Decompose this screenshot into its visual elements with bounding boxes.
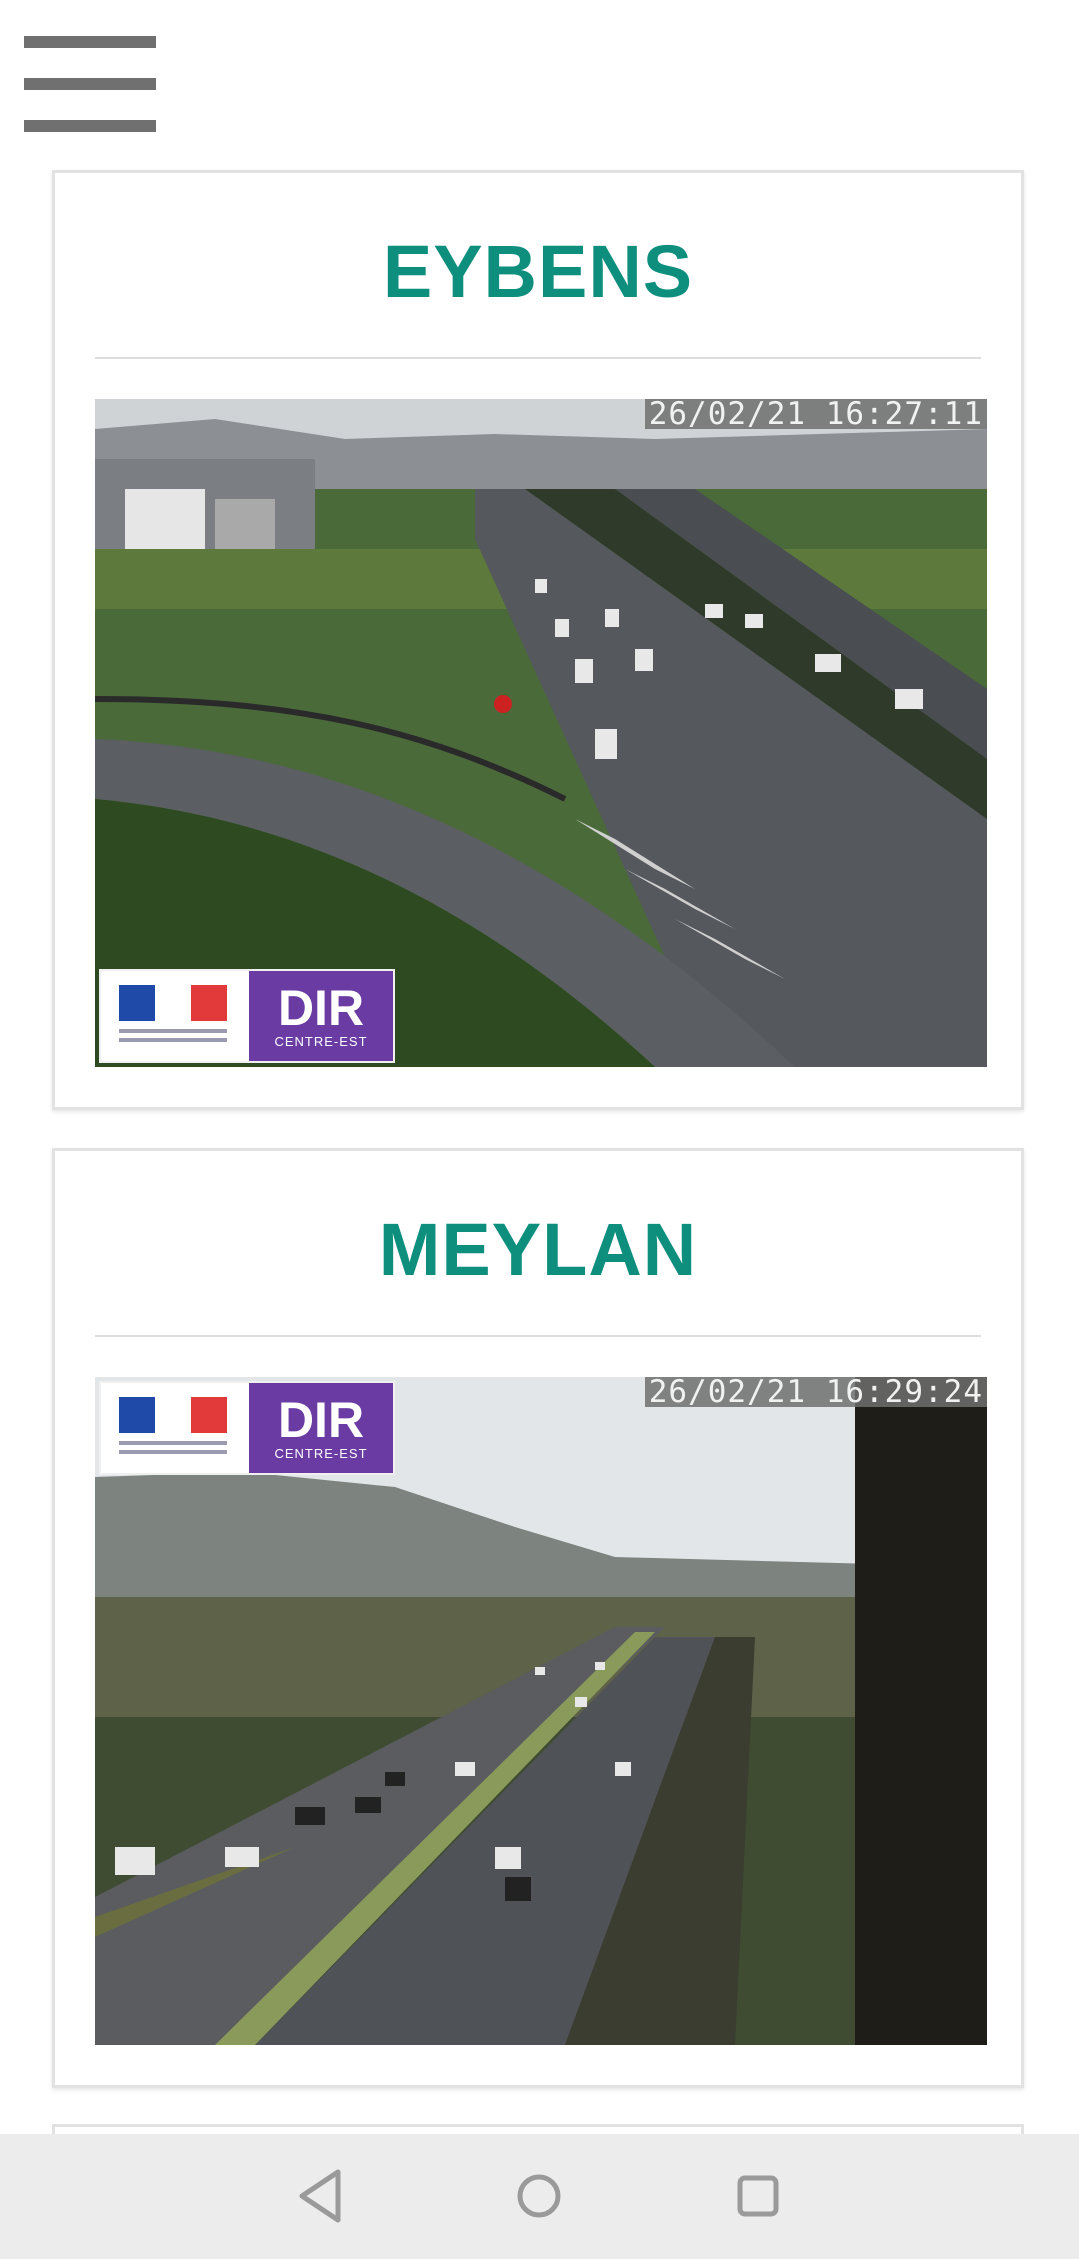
camera-scene-meylan: [95, 1377, 987, 2045]
divider: [95, 357, 981, 359]
french-flag-icon: [119, 985, 227, 1021]
republique-francaise-logo: [101, 1383, 249, 1473]
camera-image[interactable]: 26/02/21 16:27:11 DIR CENTRE-EST: [95, 399, 987, 1067]
dir-logo: DIR CENTRE-EST: [99, 969, 395, 1063]
camera-image[interactable]: 26/02/21 16:29:24 DIR CENTRE-EST: [95, 1377, 987, 2045]
camera-scene-eybens: [95, 399, 987, 1067]
republique-francaise-logo: [101, 971, 249, 1061]
camera-title: MEYLAN: [378, 1208, 698, 1291]
home-circle-icon[interactable]: [507, 2164, 571, 2228]
logo-name: DIR: [277, 980, 365, 1036]
menu-bar: [24, 36, 156, 48]
dir-logo: DIR CENTRE-EST: [99, 1381, 395, 1475]
system-navigation-bar: [0, 2134, 1079, 2259]
menu-bar: [24, 120, 156, 132]
timestamp: 26/02/21 16:27:11: [644, 399, 987, 430]
logo-subtitle: CENTRE-EST: [274, 1446, 368, 1461]
camera-card-eybens: EYBENS 26/02/21 16:27:11 DIR CENTRE-EST: [52, 170, 1024, 1110]
logo-name: DIR: [277, 1392, 365, 1448]
recent-apps-square-icon[interactable]: [726, 2164, 790, 2228]
menu-bar: [24, 78, 156, 90]
divider: [95, 1335, 981, 1337]
logo-subtitle: CENTRE-EST: [274, 1034, 368, 1049]
camera-card-meylan: MEYLAN 26/02/21 16:29:24 DIR CENTRE-EST: [52, 1148, 1024, 2088]
back-triangle-icon[interactable]: [288, 2164, 352, 2228]
camera-title: EYBENS: [382, 230, 694, 313]
hamburger-menu-icon[interactable]: [24, 36, 156, 132]
timestamp: 26/02/21 16:29:24: [644, 1377, 987, 1408]
french-flag-icon: [119, 1397, 227, 1433]
